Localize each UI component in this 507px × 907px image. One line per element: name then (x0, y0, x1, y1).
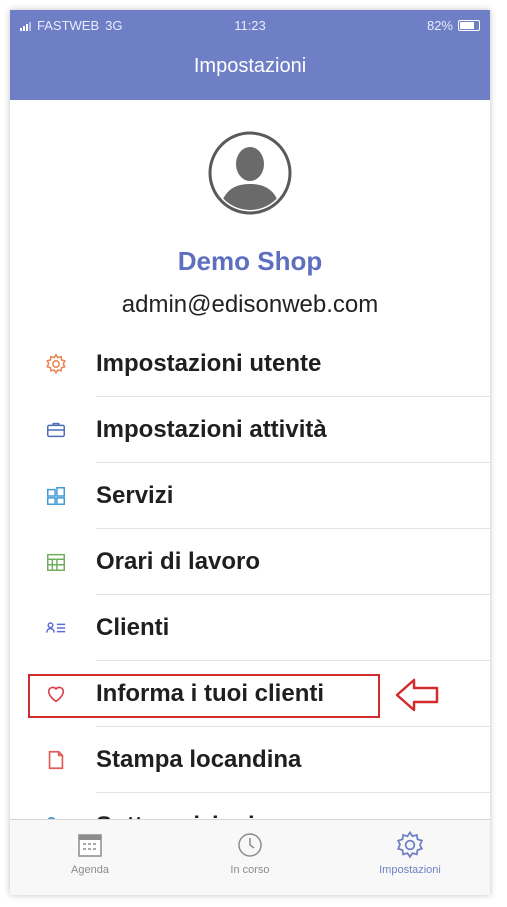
tab-label: In corso (230, 864, 270, 876)
grid-icon (44, 484, 68, 508)
nav-bar: Impostazioni (10, 40, 490, 100)
arrow-left-icon (394, 677, 440, 718)
calendar-icon (78, 834, 102, 857)
menu-item-label: Impostazioni utente (96, 350, 322, 377)
gear-icon (396, 830, 424, 859)
menu-item-working-hours[interactable]: Orari di lavoro (10, 529, 490, 595)
menu-item-services[interactable]: Servizi (10, 463, 490, 529)
menu-item-clients[interactable]: Clienti (10, 595, 490, 661)
menu-item-label: Servizi (96, 482, 174, 509)
tab-bar: Agenda In corso Impostazioni (10, 819, 490, 895)
tab-agenda[interactable]: Agenda (10, 820, 170, 895)
menu-item-label: Stampa locandina (96, 746, 302, 773)
menu-item-label: Impostazioni attività (96, 416, 327, 443)
tab-label: Impostazioni (379, 864, 441, 876)
status-bar: FASTWEB 3G 11:23 82% (10, 10, 490, 40)
user-avatar-icon (208, 131, 292, 215)
briefcase-icon (44, 418, 68, 442)
phone-screen: FASTWEB 3G 11:23 82% Impostazioni Demo S… (10, 10, 490, 895)
status-time: 11:23 (234, 18, 266, 33)
calendar-icon (44, 550, 68, 574)
battery-icon (458, 20, 480, 31)
page-title: Impostazioni (193, 55, 307, 77)
profile-section: Demo Shop admin@edisonweb.com (10, 100, 490, 319)
menu-item-label: Informa i tuoi clienti (96, 680, 325, 707)
menu-item-label: Clienti (96, 614, 170, 641)
settings-menu: Impostazioni utente Impostazioni attivit… (10, 331, 490, 859)
shop-email: admin@edisonweb.com (121, 291, 379, 318)
menu-item-label: Orari di lavoro (96, 548, 261, 575)
avatar[interactable] (207, 130, 293, 216)
menu-item-inform-clients[interactable]: Informa i tuoi clienti (10, 661, 490, 727)
tab-in-progress[interactable]: In corso (170, 820, 330, 895)
menu-item-user-settings[interactable]: Impostazioni utente (10, 331, 490, 397)
tab-label: Agenda (71, 864, 109, 876)
menu-item-business-settings[interactable]: Impostazioni attività (10, 397, 490, 463)
shop-name: Demo Shop (177, 246, 323, 276)
battery-percent: 82% (426, 18, 453, 33)
document-icon (44, 748, 68, 772)
menu-item-print-poster[interactable]: Stampa locandina (10, 727, 490, 793)
heart-icon (44, 682, 68, 706)
contacts-icon (44, 616, 68, 640)
clock-icon (238, 833, 262, 857)
tab-settings[interactable]: Impostazioni (330, 820, 490, 895)
gear-icon (44, 352, 68, 376)
